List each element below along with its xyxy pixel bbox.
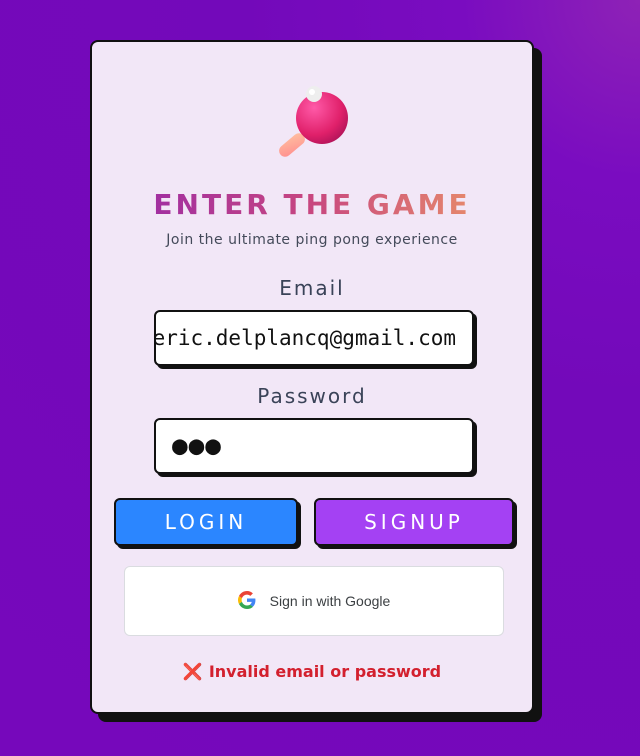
password-field-value: ●●●: [172, 431, 222, 461]
email-field-value: eric.delplancq@gmail.com: [154, 326, 456, 350]
page-title: ENTER THE GAME: [92, 188, 532, 221]
ping-pong-paddle-icon: [278, 84, 352, 162]
page-subtitle: Join the ultimate ping pong experience: [166, 232, 458, 248]
error-message: ❌ Invalid email or password: [92, 662, 532, 681]
email-label: Email: [279, 276, 345, 300]
error-x-icon: ❌: [182, 662, 203, 681]
signup-button-label: SIGNUP: [364, 510, 464, 534]
password-field[interactable]: ●●●: [154, 418, 474, 474]
login-card: ENTER THE GAME Join the ultimate ping po…: [90, 40, 534, 714]
google-signin-button[interactable]: Sign in with Google: [124, 566, 504, 636]
login-button-label: LOGIN: [164, 510, 248, 534]
signup-button[interactable]: SIGNUP: [314, 498, 514, 546]
google-signin-label: Sign in with Google: [269, 593, 391, 609]
email-field[interactable]: eric.delplancq@gmail.com: [154, 310, 474, 366]
error-text: Invalid email or password: [208, 662, 442, 681]
login-button[interactable]: LOGIN: [114, 498, 298, 546]
google-g-icon: [237, 590, 256, 612]
password-label: Password: [257, 384, 367, 408]
